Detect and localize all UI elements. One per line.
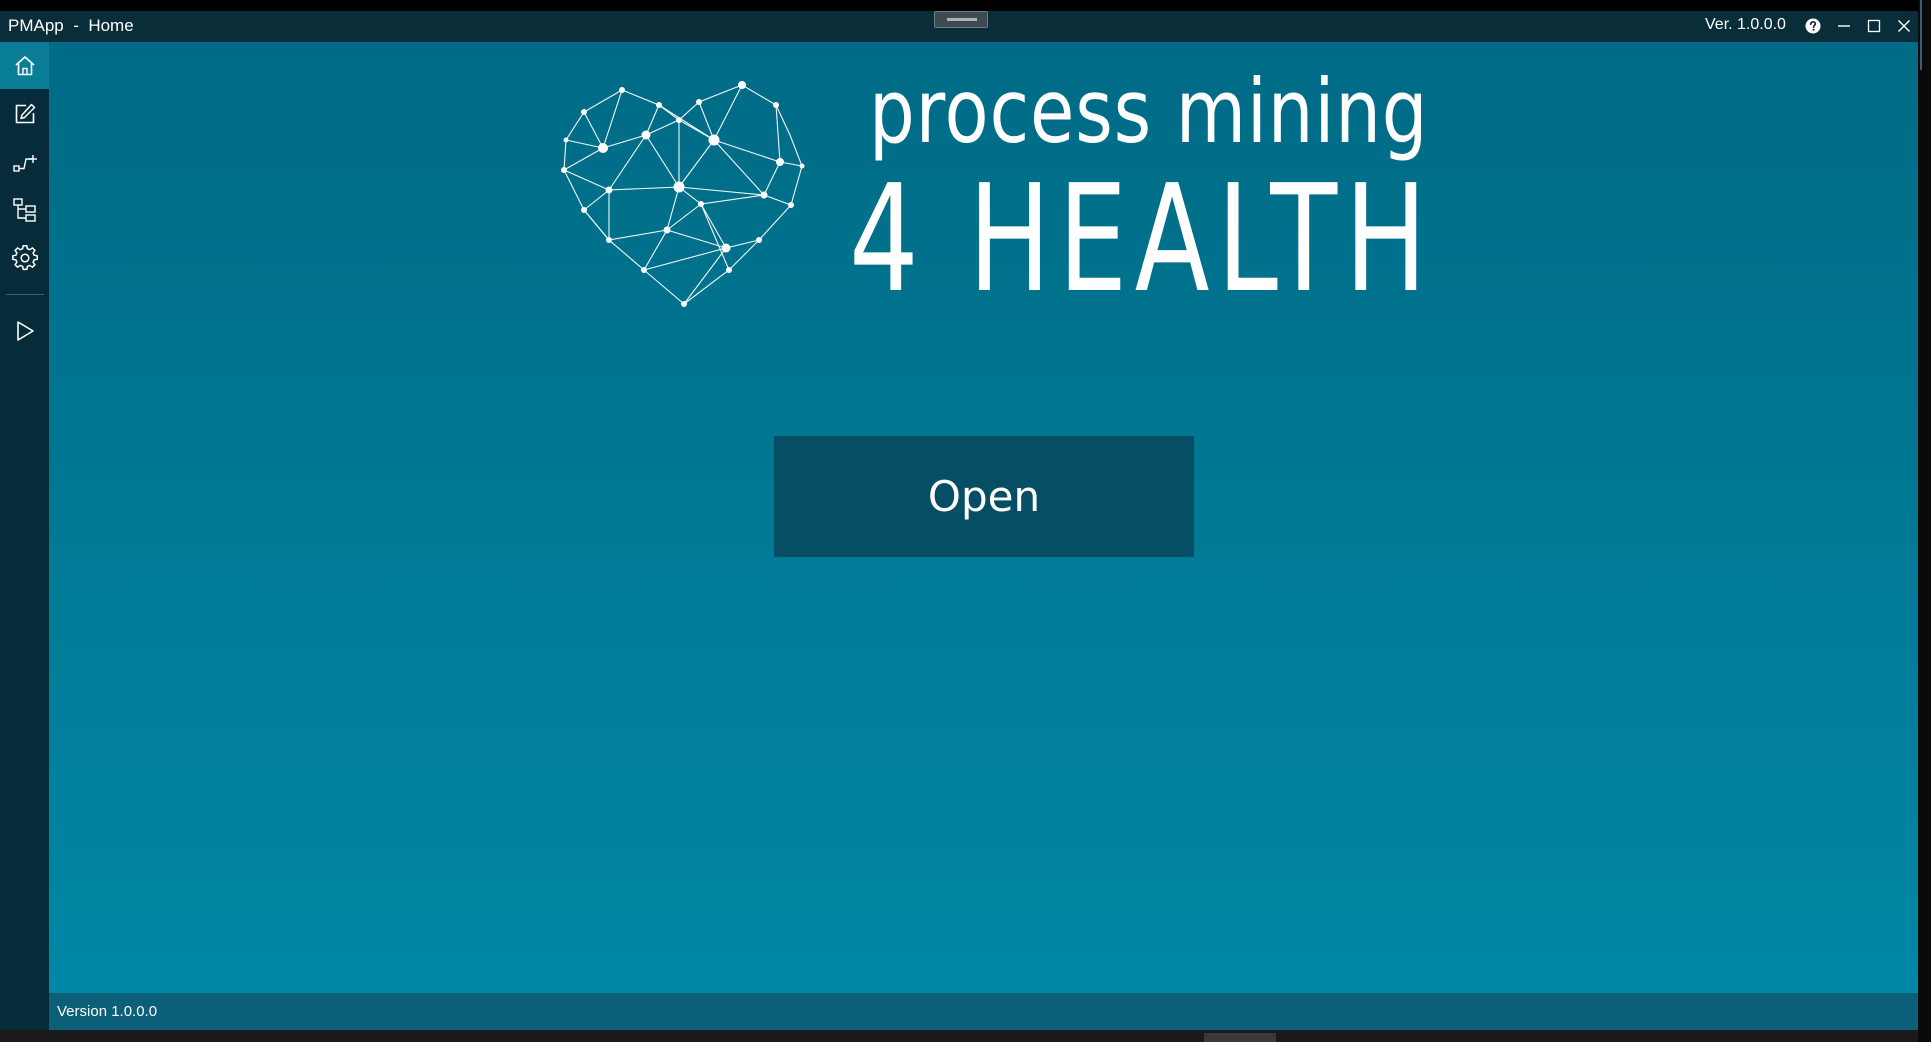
- app-window: PMApp - Home Ver. 1.0.0.0 process mining…: [0, 0, 1931, 1042]
- title-separator: -: [73, 16, 79, 35]
- drag-grip: [947, 18, 977, 21]
- home-icon: [14, 55, 35, 75]
- page-name: Home: [88, 16, 134, 35]
- play-icon: [16, 320, 34, 341]
- hierarchy-icon: [12, 197, 36, 222]
- sidebar-item-edit[interactable]: [0, 90, 49, 137]
- bottom-scroll-strip: [0, 1030, 1918, 1042]
- window-drag-handle[interactable]: [934, 11, 988, 28]
- app-name: PMApp: [8, 16, 64, 35]
- sidebar-item-settings[interactable]: [0, 234, 49, 281]
- sidebar-item-hierarchy[interactable]: [0, 186, 49, 233]
- sidebar: [0, 42, 49, 1030]
- window-right-edge: [1918, 0, 1931, 1042]
- home-content: process mining 4 HEALTH Open: [49, 42, 1918, 993]
- version-label: Ver. 1.0.0.0: [1705, 16, 1786, 33]
- close-button[interactable]: [1891, 13, 1917, 39]
- network-heart-icon: [561, 81, 805, 307]
- open-button[interactable]: Open: [774, 436, 1194, 557]
- sidebar-item-process-flow[interactable]: [0, 138, 49, 185]
- minimize-button[interactable]: [1831, 13, 1857, 39]
- flow-icon: [12, 154, 37, 172]
- sidebar-item-home[interactable]: [0, 42, 49, 89]
- help-button[interactable]: [1800, 13, 1826, 39]
- sidebar-divider: [6, 294, 44, 295]
- status-version-text: Version 1.0.0.0: [57, 1003, 158, 1020]
- status-bar: Version 1.0.0.0: [49, 993, 1918, 1030]
- edit-icon: [15, 103, 35, 123]
- edge-indicator: [1920, 0, 1922, 70]
- title-bar[interactable]: PMApp - Home Ver. 1.0.0.0: [0, 11, 1918, 42]
- maximize-button[interactable]: [1861, 13, 1887, 39]
- help-circle-icon: [1805, 18, 1821, 34]
- sidebar-item-run[interactable]: [0, 307, 49, 354]
- close-icon: [1898, 20, 1910, 32]
- minimize-icon: [1838, 25, 1850, 27]
- logo-title-line1: process mining: [869, 60, 1429, 163]
- gear-icon: [11, 244, 38, 270]
- scroll-thumb[interactable]: [1204, 1033, 1276, 1042]
- screen-top-edge: [0, 0, 1931, 11]
- maximize-icon: [1867, 19, 1881, 33]
- logo-title-line2: 4 HEALTH: [849, 153, 1435, 325]
- window-title: PMApp - Home: [8, 16, 134, 36]
